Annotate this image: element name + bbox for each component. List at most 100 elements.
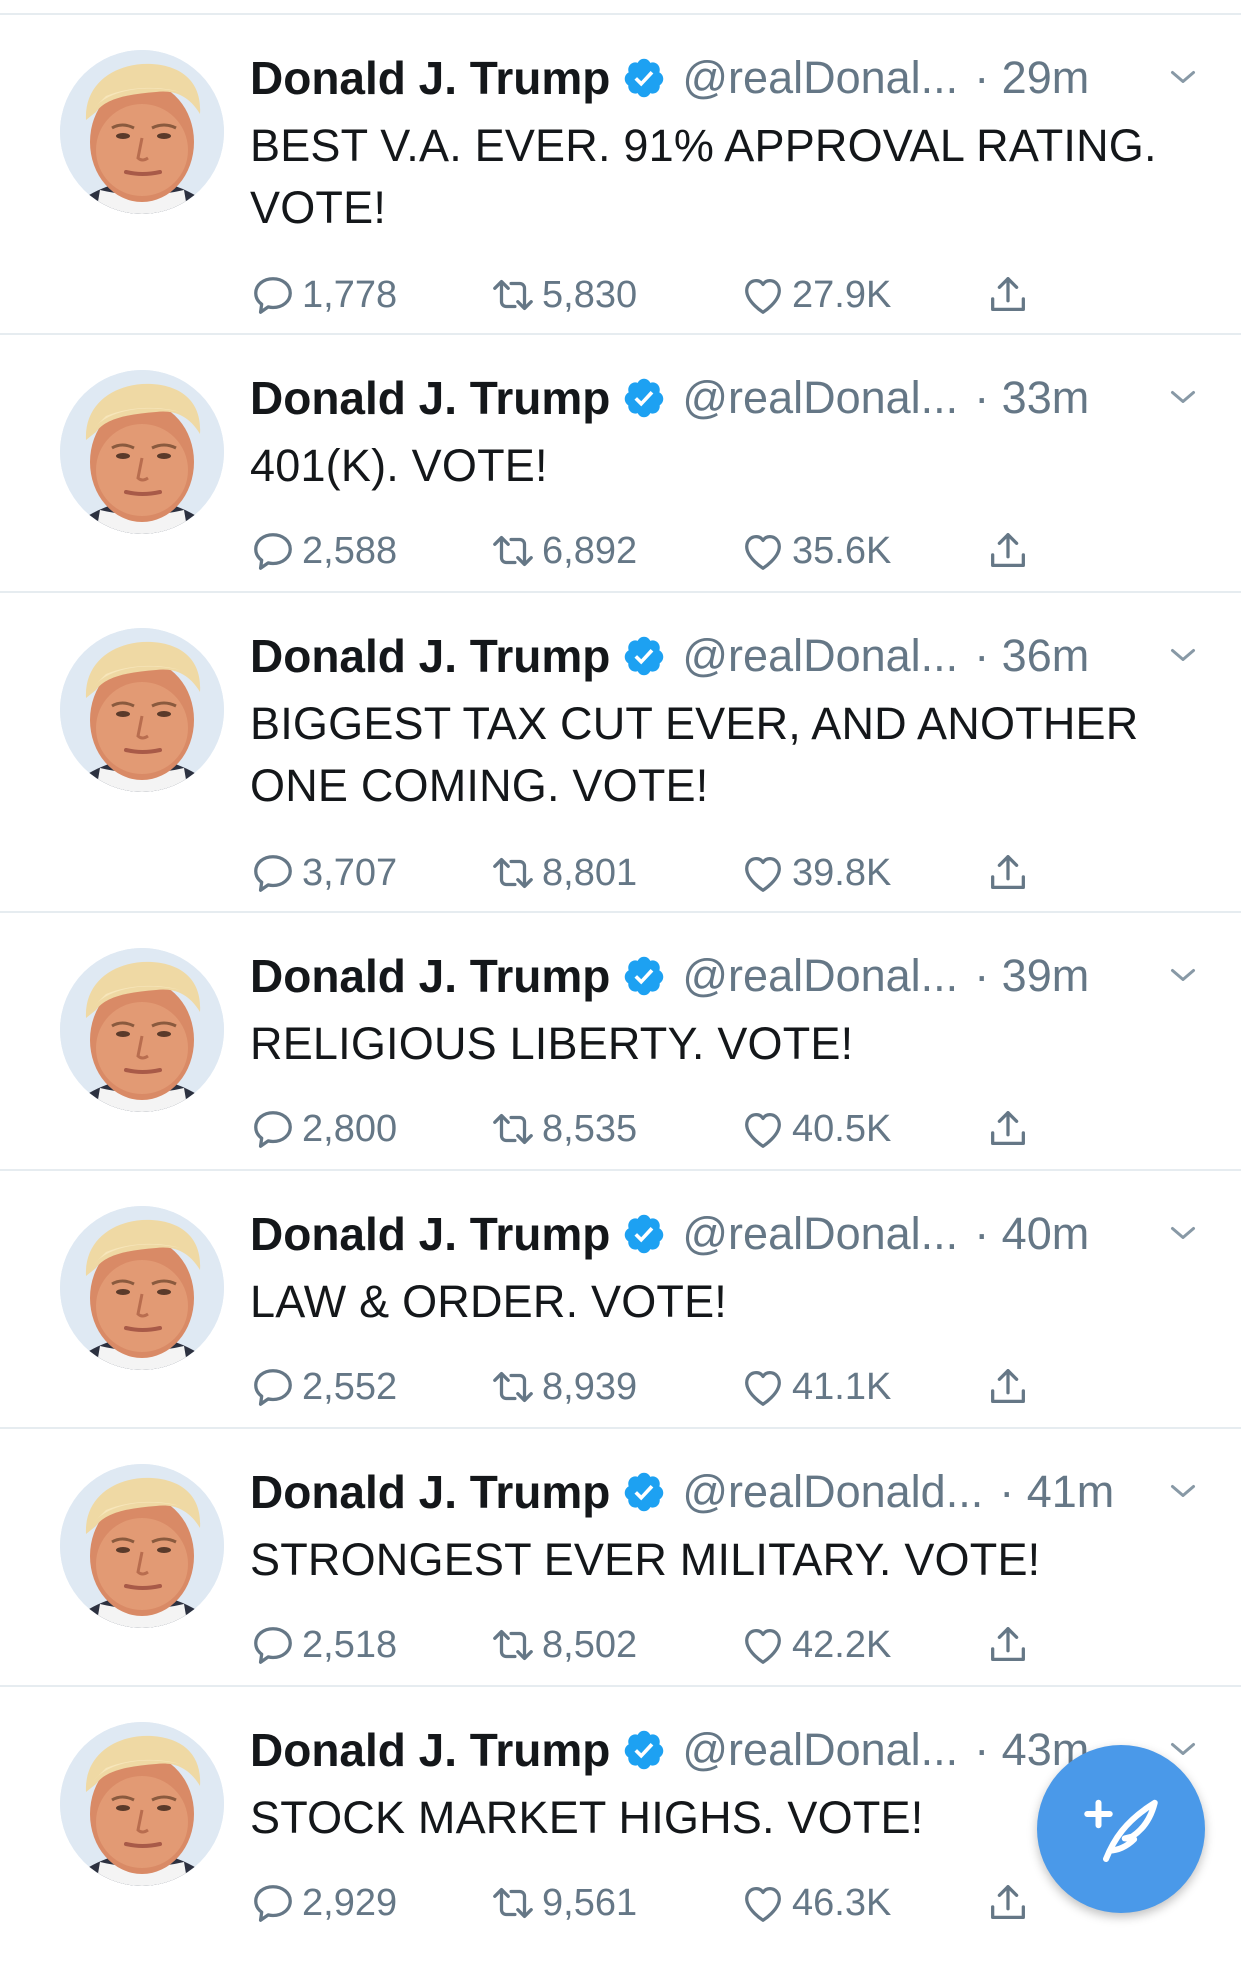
reply-bubble-icon xyxy=(250,1106,296,1152)
reply-button[interactable]: 2,929 xyxy=(250,1875,397,1931)
avatar[interactable] xyxy=(60,1722,224,1886)
share-button[interactable] xyxy=(985,1101,1031,1157)
avatar[interactable] xyxy=(60,1464,224,1628)
tweet-text: RELIGIOUS LIBERTY. VOTE! xyxy=(250,1018,854,1069)
heart-icon xyxy=(740,1880,786,1926)
user-handle[interactable]: @realDonal... xyxy=(682,1724,958,1776)
like-button[interactable]: 39.8K xyxy=(740,845,891,901)
timestamp[interactable]: · 39m xyxy=(974,950,1089,1002)
share-button[interactable] xyxy=(985,1617,1031,1673)
heart-icon xyxy=(740,1106,786,1152)
share-button[interactable] xyxy=(985,845,1031,901)
retweet-button[interactable]: 8,502 xyxy=(490,1617,637,1673)
reply-count: 2,588 xyxy=(302,529,398,572)
like-button[interactable]: 40.5K xyxy=(740,1101,891,1157)
like-button[interactable]: 27.9K xyxy=(740,267,891,323)
like-button[interactable]: 46.3K xyxy=(740,1875,891,1931)
retweet-icon xyxy=(490,1364,536,1410)
share-button[interactable] xyxy=(985,1359,1031,1415)
share-button[interactable] xyxy=(985,523,1031,579)
avatar[interactable] xyxy=(60,50,224,214)
timestamp[interactable]: · 36m xyxy=(974,630,1089,682)
share-button[interactable] xyxy=(985,267,1031,323)
retweet-button[interactable]: 8,535 xyxy=(490,1101,637,1157)
tweet[interactable]: Donald J. Trump @realDonal... · 39m RELI… xyxy=(0,913,1241,1171)
chevron-down-icon[interactable] xyxy=(1165,1473,1201,1509)
reply-bubble-icon xyxy=(250,850,296,896)
user-handle[interactable]: @realDonal... xyxy=(682,372,958,424)
retweet-count: 8,502 xyxy=(542,1623,638,1666)
tweet-text: STRONGEST EVER MILITARY. VOTE! xyxy=(250,1534,1041,1585)
tweet-header: Donald J. Trump @realDonal... · 29m xyxy=(250,45,1201,111)
display-name[interactable]: Donald J. Trump xyxy=(250,371,610,425)
chevron-down-icon[interactable] xyxy=(1165,1215,1201,1251)
share-upload-icon xyxy=(985,1364,1031,1410)
tweet-header: Donald J. Trump @realDonal... · 39m xyxy=(250,943,1201,1009)
reply-button[interactable]: 2,552 xyxy=(250,1359,397,1415)
avatar[interactable] xyxy=(60,1206,224,1370)
reply-bubble-icon xyxy=(250,1622,296,1668)
reply-button[interactable]: 2,588 xyxy=(250,523,397,579)
chevron-down-icon[interactable] xyxy=(1165,59,1201,95)
display-name[interactable]: Donald J. Trump xyxy=(250,949,610,1003)
timestamp[interactable]: · 41m xyxy=(999,1466,1114,1518)
tweet-actions: 2,552 8,939 41.1K xyxy=(250,1359,1050,1415)
heart-icon xyxy=(740,528,786,574)
display-name[interactable]: Donald J. Trump xyxy=(250,1465,610,1519)
share-button[interactable] xyxy=(985,1875,1031,1931)
tweet[interactable]: Donald J. Trump @realDonal... · 33m 401(… xyxy=(0,335,1241,593)
retweet-button[interactable]: 6,892 xyxy=(490,523,637,579)
user-handle[interactable]: @realDonal... xyxy=(682,52,958,104)
tweet[interactable]: Donald J. Trump @realDonal... · 36m BIGG… xyxy=(0,593,1241,913)
avatar[interactable] xyxy=(60,948,224,1112)
like-button[interactable]: 35.6K xyxy=(740,523,891,579)
heart-icon xyxy=(740,1364,786,1410)
display-name[interactable]: Donald J. Trump xyxy=(250,51,610,105)
avatar[interactable] xyxy=(60,628,224,792)
chevron-down-icon[interactable] xyxy=(1165,379,1201,415)
tweet-actions: 3,707 8,801 39.8K xyxy=(250,845,1050,901)
display-name[interactable]: Donald J. Trump xyxy=(250,629,610,683)
timestamp[interactable]: · 33m xyxy=(974,372,1089,424)
verified-badge-icon xyxy=(622,1212,666,1256)
tweet-actions: 2,588 6,892 35.6K xyxy=(250,523,1050,579)
share-upload-icon xyxy=(985,272,1031,318)
tweet[interactable]: Donald J. Trump @realDonal... · 40m LAW … xyxy=(0,1171,1241,1429)
reply-button[interactable]: 2,800 xyxy=(250,1101,397,1157)
user-handle[interactable]: @realDonal... xyxy=(682,950,958,1002)
user-handle[interactable]: @realDonald... xyxy=(682,1466,983,1518)
heart-icon xyxy=(740,850,786,896)
reply-button[interactable]: 1,778 xyxy=(250,267,397,323)
verified-badge-icon xyxy=(622,376,666,420)
tweet[interactable]: Donald J. Trump @realDonald... · 41m STR… xyxy=(0,1429,1241,1687)
retweet-button[interactable]: 8,939 xyxy=(490,1359,637,1415)
compose-feather-icon xyxy=(1084,1799,1158,1862)
retweet-button[interactable]: 9,561 xyxy=(490,1875,637,1931)
share-upload-icon xyxy=(985,1106,1031,1152)
reply-button[interactable]: 2,518 xyxy=(250,1617,397,1673)
compose-tweet-button[interactable] xyxy=(1037,1745,1205,1913)
display-name[interactable]: Donald J. Trump xyxy=(250,1207,610,1261)
timestamp[interactable]: · 40m xyxy=(974,1208,1089,1260)
tweet-header: Donald J. Trump @realDonal... · 36m xyxy=(250,623,1201,689)
avatar[interactable] xyxy=(60,370,224,534)
like-button[interactable]: 42.2K xyxy=(740,1617,891,1673)
retweet-icon xyxy=(490,272,536,318)
tweet[interactable]: Donald J. Trump @realDonal... · 29m BEST… xyxy=(0,15,1241,335)
timestamp[interactable]: · 29m xyxy=(974,52,1089,104)
chevron-down-icon[interactable] xyxy=(1165,957,1201,993)
user-handle[interactable]: @realDonal... xyxy=(682,1208,958,1260)
retweet-button[interactable]: 8,801 xyxy=(490,845,637,901)
retweet-button[interactable]: 5,830 xyxy=(490,267,637,323)
chevron-down-icon[interactable] xyxy=(1165,637,1201,673)
retweet-count: 6,892 xyxy=(542,529,638,572)
like-button[interactable]: 41.1K xyxy=(740,1359,891,1415)
reply-button[interactable]: 3,707 xyxy=(250,845,397,901)
display-name[interactable]: Donald J. Trump xyxy=(250,1723,610,1777)
tweet-actions: 1,778 5,830 27.9K xyxy=(250,267,1050,323)
user-handle[interactable]: @realDonal... xyxy=(682,630,958,682)
share-upload-icon xyxy=(985,1622,1031,1668)
heart-icon xyxy=(740,272,786,318)
top-divider xyxy=(0,0,1241,15)
retweet-count: 8,939 xyxy=(542,1365,638,1408)
